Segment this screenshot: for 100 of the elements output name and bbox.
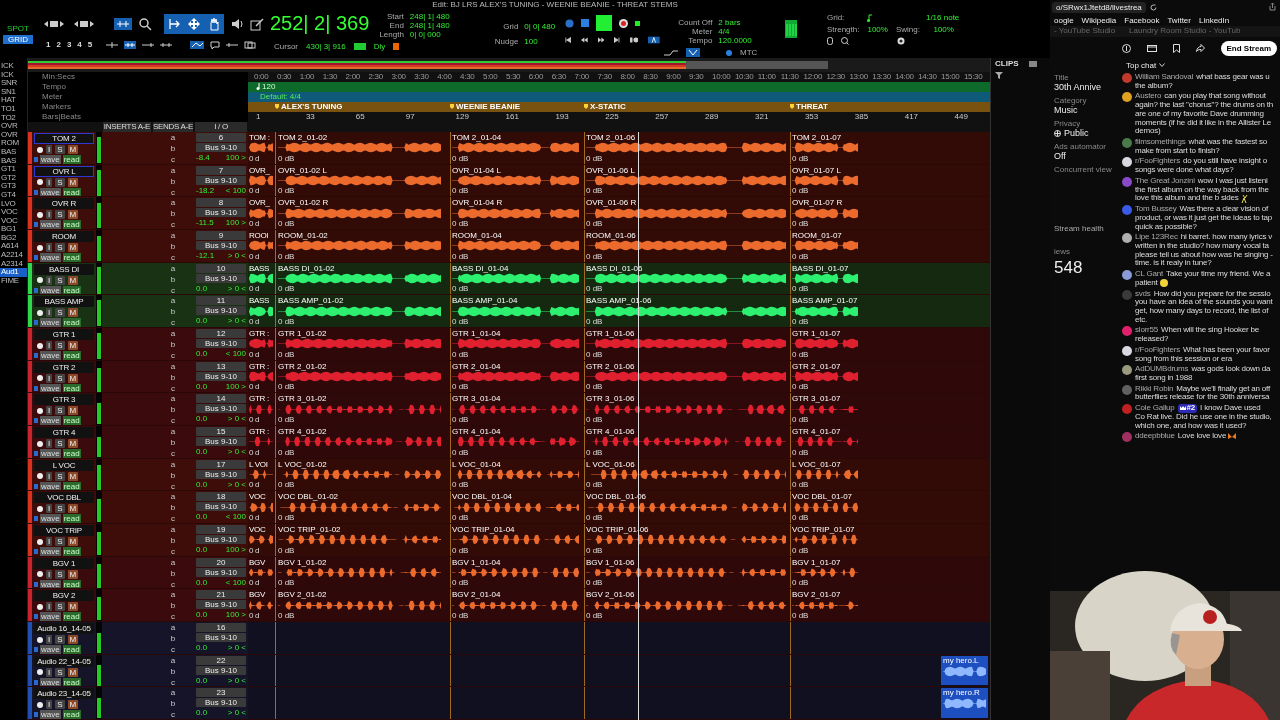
- end-stream-button[interactable]: End Stream: [1220, 40, 1277, 56]
- grid-value[interactable]: 0| 0| 480: [524, 22, 565, 31]
- pan-value[interactable]: > 0 <: [227, 316, 246, 326]
- track-toggle-button[interactable]: S: [55, 308, 65, 318]
- track-list-item[interactable]: TO2: [0, 113, 27, 123]
- output-selector[interactable]: Bus 9-10: [196, 273, 246, 283]
- send-slot[interactable]: b: [170, 144, 176, 153]
- pan-value[interactable]: > 0 <: [227, 479, 246, 489]
- view-selector[interactable]: wave: [40, 416, 61, 425]
- record-arm-icon[interactable]: [37, 603, 43, 610]
- view-selector[interactable]: wave: [40, 318, 61, 327]
- audio-clip[interactable]: ROOI 0 d: [248, 231, 274, 261]
- edit-mode-button[interactable]: GRID: [3, 35, 33, 44]
- output-selector[interactable]: Bus 9-10: [196, 600, 246, 610]
- volume-value[interactable]: 0.0: [196, 643, 208, 652]
- send-slot[interactable]: a: [170, 623, 176, 632]
- track-list-item[interactable]: VOC: [0, 216, 27, 226]
- send-slot[interactable]: b: [170, 568, 176, 578]
- track-list-item[interactable]: ROM: [0, 139, 27, 148]
- send-slot[interactable]: c: [171, 677, 175, 687]
- track-toggle-button[interactable]: S: [55, 177, 65, 187]
- audio-clip[interactable]: OVR_01-04 L 0 dB: [450, 165, 581, 196]
- record-arm-icon[interactable]: [37, 701, 43, 708]
- track-toggle-button[interactable]: I: [46, 602, 53, 612]
- volume-value[interactable]: -8.4: [196, 153, 210, 162]
- output-selector[interactable]: Bus 9-10: [196, 633, 246, 642]
- track-name[interactable]: L VOC: [34, 459, 94, 471]
- audio-clip[interactable]: TOM 2_01-07 0 dB: [790, 133, 860, 163]
- grid-value[interactable]: 100: [524, 37, 565, 46]
- track-toggle-button[interactable]: M: [67, 341, 79, 350]
- view-selector[interactable]: wave: [40, 612, 61, 621]
- record-arm-icon[interactable]: [37, 440, 43, 447]
- track-toggle-button[interactable]: I: [46, 145, 53, 154]
- audio-clip[interactable]: GTR 2_01-02 0 dB: [276, 361, 443, 392]
- pan-value[interactable]: 100 >: [225, 381, 246, 391]
- track-toggle-button[interactable]: I: [46, 308, 53, 318]
- track-list-item[interactable]: SN1: [0, 87, 27, 97]
- output-selector[interactable]: Bus 9-10: [196, 339, 246, 348]
- input-selector[interactable]: 15: [196, 427, 246, 436]
- track-toggle-button[interactable]: M: [67, 439, 79, 448]
- view-selector[interactable]: wave: [40, 449, 61, 458]
- record-arm-icon[interactable]: [37, 636, 43, 643]
- track-list-item[interactable]: OVR: [0, 122, 27, 131]
- panel-menu-icon[interactable]: [1028, 60, 1037, 67]
- audio-clip[interactable]: GTR 2_01-04 0 dB: [450, 361, 581, 392]
- audio-clip[interactable]: OVR_01-07 L 0 dB: [790, 165, 860, 196]
- track-toggle-button[interactable]: S: [55, 700, 65, 710]
- view-selector[interactable]: wave: [40, 710, 61, 719]
- volume-value[interactable]: -11.5: [196, 218, 214, 228]
- track-list-item[interactable]: GT1: [0, 165, 27, 174]
- track-name[interactable]: Audio 16_14-05: [34, 623, 94, 634]
- automation-icon[interactable]: [664, 49, 678, 56]
- pan-value[interactable]: > 0 <: [227, 675, 246, 685]
- view-selector[interactable]: wave: [40, 514, 61, 523]
- audio-clip[interactable]: BGV 0 d: [248, 590, 274, 620]
- track-toggle-button[interactable]: I: [46, 177, 53, 187]
- midi-merge-icon[interactable]: [686, 48, 700, 57]
- audio-clip[interactable]: OVR_01-06 L 0 dB: [584, 165, 788, 196]
- automation-mode-selector[interactable]: read: [62, 579, 81, 589]
- track-toggle-button[interactable]: M: [67, 275, 79, 285]
- audio-clip[interactable]: VOC DBL_01-07 0 dB: [790, 492, 860, 522]
- audio-clip[interactable]: OVR_01-02 R 0 dB: [276, 198, 443, 228]
- output-selector[interactable]: Bus 9-10: [196, 208, 246, 218]
- track-list-item[interactable]: HAT: [0, 96, 27, 105]
- automation-mode-selector[interactable]: read: [62, 612, 81, 621]
- film-icon[interactable]: [1146, 44, 1157, 52]
- send-slot[interactable]: b: [170, 176, 176, 186]
- track-toggle-button[interactable]: S: [55, 210, 65, 220]
- volume-value[interactable]: -12.1: [196, 251, 215, 260]
- record-arm-icon[interactable]: [37, 244, 43, 251]
- record-arm-icon[interactable]: [37, 179, 43, 186]
- send-slot[interactable]: a: [170, 231, 176, 240]
- track-name[interactable]: GTR 2: [34, 361, 94, 373]
- track-list-item[interactable]: BAS: [0, 147, 27, 157]
- output-selector[interactable]: Bus 9-10: [196, 567, 246, 577]
- send-slot[interactable]: c: [171, 318, 175, 327]
- track-name[interactable]: BASS DI: [34, 263, 94, 275]
- track-toggle-button[interactable]: M: [67, 700, 79, 710]
- send-slot[interactable]: c: [171, 187, 175, 197]
- audio-clip[interactable]: OVR_01-04 R 0 dB: [450, 198, 581, 228]
- track-toggle-button[interactable]: M: [67, 177, 79, 187]
- send-slot[interactable]: c: [171, 612, 175, 621]
- volume-value[interactable]: 0.0: [196, 447, 208, 456]
- send-slot[interactable]: a: [170, 590, 176, 600]
- audio-clip[interactable]: GTR 3_01-02 0 dB: [276, 394, 443, 424]
- pan-value[interactable]: 100 >: [225, 153, 246, 162]
- send-slot[interactable]: c: [171, 579, 175, 589]
- edit-mode-button[interactable]: SPOT: [3, 24, 33, 33]
- link-icon[interactable]: [142, 40, 155, 49]
- record-arm-icon[interactable]: [37, 375, 43, 382]
- audio-clip[interactable]: L VOI 0 d: [248, 459, 274, 490]
- pan-value[interactable]: > 0 <: [227, 708, 246, 718]
- marker-flag-icon[interactable]: [450, 104, 454, 109]
- audio-clip[interactable]: BGV 2_01-06 0 dB: [584, 590, 788, 620]
- track-name[interactable]: VOC TRIP: [34, 525, 94, 536]
- field-value[interactable]: 2 bars: [718, 18, 770, 27]
- input-selector[interactable]: 17: [196, 459, 246, 469]
- input-selector[interactable]: 21: [196, 590, 246, 600]
- comment-icon[interactable]: [210, 40, 221, 49]
- track-list-item[interactable]: BG2: [0, 233, 27, 243]
